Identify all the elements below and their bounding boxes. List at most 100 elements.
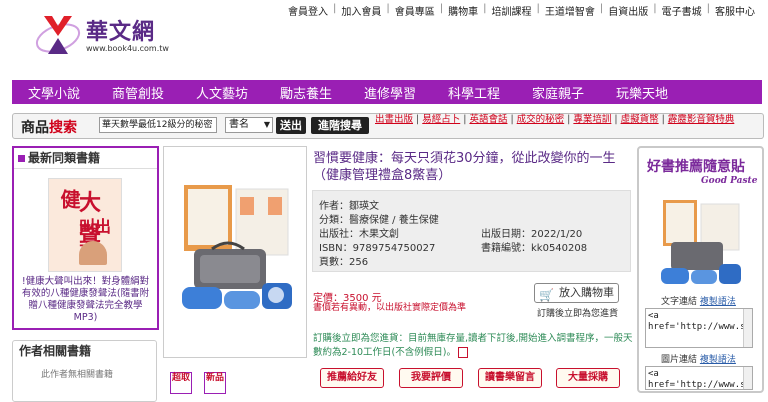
search-type-value: 書名 xyxy=(229,119,249,130)
text-link-row: 文字連結 複製語法 xyxy=(661,294,736,307)
square-bullet-icon xyxy=(18,155,25,162)
pubdate-row: 出版日期：2022/1/20 xyxy=(481,225,582,240)
book-code-value: kk0540208 xyxy=(531,243,588,254)
stock-notice-text: 訂購後立即為您進貨：目前無庫存量,讀者下訂後,開始進入調書程序，一般天數約為2-… xyxy=(313,333,633,358)
top-link[interactable]: 加入會員 xyxy=(336,3,386,18)
search-input[interactable]: 華天數學最低12級分的秘密 xyxy=(99,117,217,133)
product-image-panel xyxy=(163,146,307,358)
publisher-row: 出版社：木果文創 xyxy=(319,225,399,240)
copy-text-syntax-link[interactable]: 複製語法 xyxy=(700,297,736,307)
main-nav: 文學小說 商管創投 人文藝坊 勵志養生 進修學習 科學工程 家庭親子 玩樂天地 xyxy=(12,80,762,104)
quick-link[interactable]: 專業培訓 xyxy=(573,114,611,125)
search-title-a: 商品 xyxy=(21,120,49,136)
quick-link-separator: | xyxy=(614,114,618,125)
advanced-search-button[interactable]: 進階搜尋 xyxy=(311,117,369,134)
quick-link[interactable]: 成交的秘密 xyxy=(517,114,565,125)
add-to-cart-label: 放入購物車 xyxy=(559,286,614,299)
search-title: 商品搜索 xyxy=(21,117,77,137)
search-title-b: 搜索 xyxy=(49,120,77,136)
text-link-label: 文字連結 xyxy=(661,297,698,307)
top-link[interactable]: 自資出版 xyxy=(603,3,653,18)
pages-label: 頁數： xyxy=(319,257,349,268)
bulk-purchase-button[interactable]: 大量採購 xyxy=(556,368,620,388)
order-note: 訂購後立即為您進貨 xyxy=(537,309,619,319)
top-link[interactable]: 會員登入 xyxy=(283,3,333,18)
latest-books-title: 最新同類書籍 xyxy=(28,151,101,165)
text-code-scrollbar[interactable] xyxy=(743,309,752,347)
reader-message-button[interactable]: 讀書樂留言 xyxy=(478,368,542,388)
logo-url: www.book4u.com.tw xyxy=(86,44,169,53)
text-link-code[interactable]: <a href='http://www.silkbook.com/book_de… xyxy=(645,308,753,348)
quick-link-separator: | xyxy=(661,114,665,125)
top-link[interactable]: 購物車 xyxy=(443,3,483,18)
nav-item[interactable]: 進修學習 xyxy=(348,83,432,102)
add-to-cart-button[interactable]: 🛒 放入購物車 xyxy=(534,283,619,303)
img-link-code-value: <a href='http://www.sil xyxy=(648,369,753,390)
isbn-row: ISBN：9789754750027 xyxy=(319,239,435,254)
stock-notice: 訂購後立即為您進貨：目前無庫存量,讀者下訂後,開始進入調書程序，一般天數約為2-… xyxy=(313,332,633,360)
top-link[interactable]: 電子書城 xyxy=(657,3,707,18)
product-info-box: 作者：鄒瑛文 分類：醫療保健 / 養生保健 出版社：木果文創 出版日期：2022… xyxy=(312,190,631,272)
product-image[interactable] xyxy=(178,183,294,323)
img-code-scrollbar[interactable] xyxy=(743,367,752,389)
img-link-row: 圖片連結 複製語法 xyxy=(661,352,736,365)
nav-item[interactable]: 科學工程 xyxy=(432,83,516,102)
good-paste-subtitle: Good Paste xyxy=(701,176,758,186)
logo-swirl-icon xyxy=(35,16,81,54)
top-link[interactable]: 客服中心 xyxy=(710,3,760,18)
quick-links: 出書出版 | 易經占卜 | 英語會話 | 成交的秘密 | 專業培訓 | 虛擬貨幣 | 霹靂影音賀特典 xyxy=(375,113,763,126)
cover-figure xyxy=(79,241,107,265)
quick-link[interactable]: 虛擬貨幣 xyxy=(621,114,659,125)
nav-item[interactable]: 人文藝坊 xyxy=(180,83,264,102)
quick-link-separator: | xyxy=(416,114,420,125)
pages-row: 頁數：256 xyxy=(319,253,368,268)
search-bar: 商品搜索 華天數學最低12級分的秘密 書名 ▼ 送出 進階搜尋 出書出版 | 易經占… xyxy=(12,113,764,139)
product-badges: 超取 新品 xyxy=(170,372,226,394)
pages-value: 256 xyxy=(349,257,369,268)
badge-new: 新品 xyxy=(204,372,226,394)
recommend-friend-button[interactable]: 推薦給好友 xyxy=(320,368,384,388)
badge-pickup: 超取 xyxy=(170,372,192,394)
latest-similar-books-panel: 最新同類書籍 健 大聲 叫出來! !健康大聲叫出來！對身體絹對有效的八種健康發聲… xyxy=(12,146,159,330)
rate-button[interactable]: 我要評價 xyxy=(399,368,463,388)
search-send-button[interactable]: 送出 xyxy=(276,117,306,134)
chevron-down-icon: ▼ xyxy=(263,120,270,129)
logo-text: 華文網 xyxy=(86,19,156,45)
quick-link[interactable]: 霹靂影音賀特典 xyxy=(668,114,735,125)
cart-icon: 🛒 xyxy=(539,288,554,302)
nav-item[interactable]: 勵志養生 xyxy=(264,83,348,102)
good-paste-title: 好書推薦隨意貼 xyxy=(647,159,745,175)
author-books-header: 作者相關書籍 xyxy=(19,344,92,358)
document-icon[interactable] xyxy=(457,347,468,358)
img-link-code[interactable]: <a href='http://www.sil xyxy=(645,366,753,390)
nav-item[interactable]: 文學小說 xyxy=(12,83,96,102)
search-type-select[interactable]: 書名 ▼ xyxy=(225,117,273,133)
paste-product-thumbnail xyxy=(661,200,741,284)
similar-book-cover[interactable]: 健 大聲 叫出來! xyxy=(48,178,122,272)
copy-img-syntax-link[interactable]: 複製語法 xyxy=(700,355,736,365)
book-code-row: 書籍編號：kk0540208 xyxy=(481,239,587,254)
product-title: 習慣要健康：每天只須花30分鐘，從此改變你的一生（健康管理禮盒8鱉喜） xyxy=(313,151,616,183)
category-row: 分類：醫療保健 / 養生保健 xyxy=(319,211,439,226)
author-books-empty: 此作者無相關書籍 xyxy=(41,370,114,380)
site-logo[interactable]: 華文網 www.book4u.com.tw xyxy=(28,6,169,64)
quick-link[interactable]: 英語會話 xyxy=(469,114,507,125)
good-paste-panel: 好書推薦隨意貼 Good Paste 文字連結 複製語法 <a href='ht… xyxy=(637,146,764,393)
quick-link[interactable]: 易經占卜 xyxy=(422,114,460,125)
top-link[interactable]: 會員專區 xyxy=(390,3,440,18)
top-links: 會員登入 | 加入會員 | 會員專區 | 購物車 | 培訓課程 | 王道增智會 | 自資出版 | 電子書城 |… xyxy=(283,3,760,18)
quick-link-separator: | xyxy=(567,114,571,125)
nav-item[interactable]: 玩樂天地 xyxy=(600,83,684,102)
nav-item[interactable]: 商管創投 xyxy=(96,83,180,102)
top-link[interactable]: 培訓課程 xyxy=(487,3,537,18)
similar-book-link[interactable]: !健康大聲叫出來！對身體絹對有效的八種健康發聲法(隨書附贈八種健康發聲法完全教學… xyxy=(20,276,151,324)
top-link[interactable]: 王道增智會 xyxy=(540,3,600,18)
author-row: 作者：鄒瑛文 xyxy=(319,197,379,212)
author-books-panel: 作者相關書籍 此作者無相關書籍 xyxy=(12,340,157,402)
latest-books-header: 最新同類書籍 xyxy=(14,148,157,169)
price-note: 書價若有異動，以出版社實際定價為準 xyxy=(313,303,467,313)
quick-link[interactable]: 出書出版 xyxy=(375,114,413,125)
nav-item[interactable]: 家庭親子 xyxy=(516,83,600,102)
book-code-label: 書籍編號： xyxy=(481,243,531,254)
img-link-label: 圖片連結 xyxy=(661,355,698,365)
